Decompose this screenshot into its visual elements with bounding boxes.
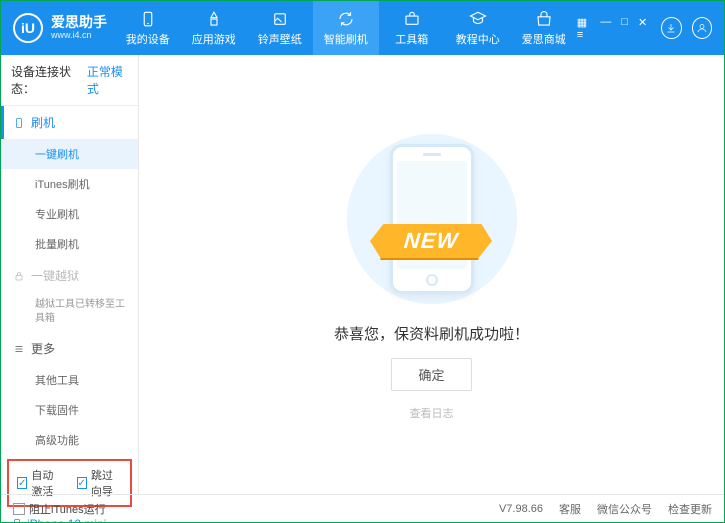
view-log-link[interactable]: 查看日志 — [410, 405, 454, 421]
customer-service-link[interactable]: 客服 — [559, 501, 581, 517]
success-message: 恭喜您，保资料刷机成功啦！ — [334, 323, 529, 344]
nav-label: 工具箱 — [395, 31, 428, 47]
phone-illustration-icon — [390, 144, 474, 294]
main-content: NEW 恭喜您，保资料刷机成功啦！ 确定 查看日志 — [139, 55, 724, 494]
sidebar-item-pro-flash[interactable]: 专业刷机 — [1, 199, 138, 229]
sidebar-item-download-firmware[interactable]: 下载固件 — [1, 395, 138, 425]
tutorial-icon — [469, 10, 487, 28]
nav-flash[interactable]: 智能刷机 — [313, 1, 379, 55]
status-value: 正常模式 — [87, 63, 128, 97]
brand-name: 爱思助手 — [51, 15, 107, 30]
nav-tutorial[interactable]: 教程中心 — [445, 1, 511, 55]
store-icon — [535, 10, 553, 28]
toolbox-icon — [403, 10, 421, 28]
window-controls: ▦ ≡ — □ ✕ — [577, 16, 648, 41]
check-icon: ✓ — [17, 477, 27, 489]
nav-label: 爱思商城 — [522, 31, 566, 47]
section-label: 一键越狱 — [31, 267, 79, 284]
maximize-button[interactable]: □ — [621, 16, 628, 41]
check-update-link[interactable]: 检查更新 — [668, 501, 712, 517]
section-label: 更多 — [31, 340, 55, 357]
new-ribbon: NEW — [381, 224, 482, 258]
app-logo: iU 爱思助手 www.i4.cn — [13, 13, 115, 43]
logo-icon: iU — [13, 13, 43, 43]
user-button[interactable] — [692, 17, 712, 39]
success-illustration: NEW — [332, 129, 532, 309]
check-icon: ✓ — [77, 477, 87, 489]
sidebar-item-batch-flash[interactable]: 批量刷机 — [1, 229, 138, 259]
section-jailbreak[interactable]: 一键越狱 — [1, 259, 138, 292]
wechat-link[interactable]: 微信公众号 — [597, 501, 652, 517]
brand-url: www.i4.cn — [51, 31, 107, 41]
nav-label: 教程中心 — [456, 31, 500, 47]
phone-icon — [139, 10, 157, 28]
sidebar-item-other-tools[interactable]: 其他工具 — [1, 365, 138, 395]
section-label: 刷机 — [31, 114, 55, 131]
minimize-button[interactable]: — — [600, 16, 611, 41]
sidebar-item-advanced[interactable]: 高级功能 — [1, 425, 138, 455]
checkbox-block-itunes[interactable]: 阻止iTunes运行 — [13, 501, 106, 517]
menu-icon — [13, 343, 25, 355]
section-flash[interactable]: 刷机 — [1, 106, 138, 139]
status-label: 设备连接状态： — [11, 63, 83, 97]
close-button[interactable]: ✕ — [638, 16, 647, 41]
sidebar: 设备连接状态： 正常模式 刷机 一键刷机 iTunes刷机 专业刷机 批量刷机 … — [1, 55, 139, 494]
checkbox-label: 阻止iTunes运行 — [29, 501, 106, 517]
connection-status: 设备连接状态： 正常模式 — [1, 55, 138, 106]
sidebar-item-oneclick-flash[interactable]: 一键刷机 — [1, 139, 138, 169]
apps-icon — [205, 10, 223, 28]
refresh-icon — [337, 10, 355, 28]
menu-button[interactable]: ▦ ≡ — [577, 16, 591, 41]
nav-toolbox[interactable]: 工具箱 — [379, 1, 445, 55]
nav-ringtones[interactable]: 铃声壁纸 — [247, 1, 313, 55]
nav-store[interactable]: 爱思商城 — [511, 1, 577, 55]
jailbreak-note: 越狱工具已转移至工具箱 — [1, 292, 138, 332]
confirm-button[interactable]: 确定 — [391, 358, 471, 391]
nav-label: 铃声壁纸 — [258, 31, 302, 47]
version-label: V7.98.66 — [499, 503, 543, 515]
phone-icon — [13, 117, 25, 129]
main-nav: 我的设备 应用游戏 铃声壁纸 智能刷机 工具箱 教程中心 爱思商城 — [115, 1, 577, 55]
nav-device[interactable]: 我的设备 — [115, 1, 181, 55]
nav-label: 应用游戏 — [192, 31, 236, 47]
checkbox-icon — [13, 503, 25, 515]
nav-label: 我的设备 — [126, 31, 170, 47]
nav-apps[interactable]: 应用游戏 — [181, 1, 247, 55]
sidebar-item-itunes-flash[interactable]: iTunes刷机 — [1, 169, 138, 199]
download-button[interactable] — [661, 17, 681, 39]
section-more[interactable]: 更多 — [1, 332, 138, 365]
wallpaper-icon — [271, 10, 289, 28]
nav-label: 智能刷机 — [324, 31, 368, 47]
title-bar: iU 爱思助手 www.i4.cn 我的设备 应用游戏 铃声壁纸 智能刷机 工具… — [1, 1, 724, 55]
footer-bar: 阻止iTunes运行 V7.98.66 客服 微信公众号 检查更新 — [1, 494, 724, 522]
lock-icon — [13, 270, 25, 282]
